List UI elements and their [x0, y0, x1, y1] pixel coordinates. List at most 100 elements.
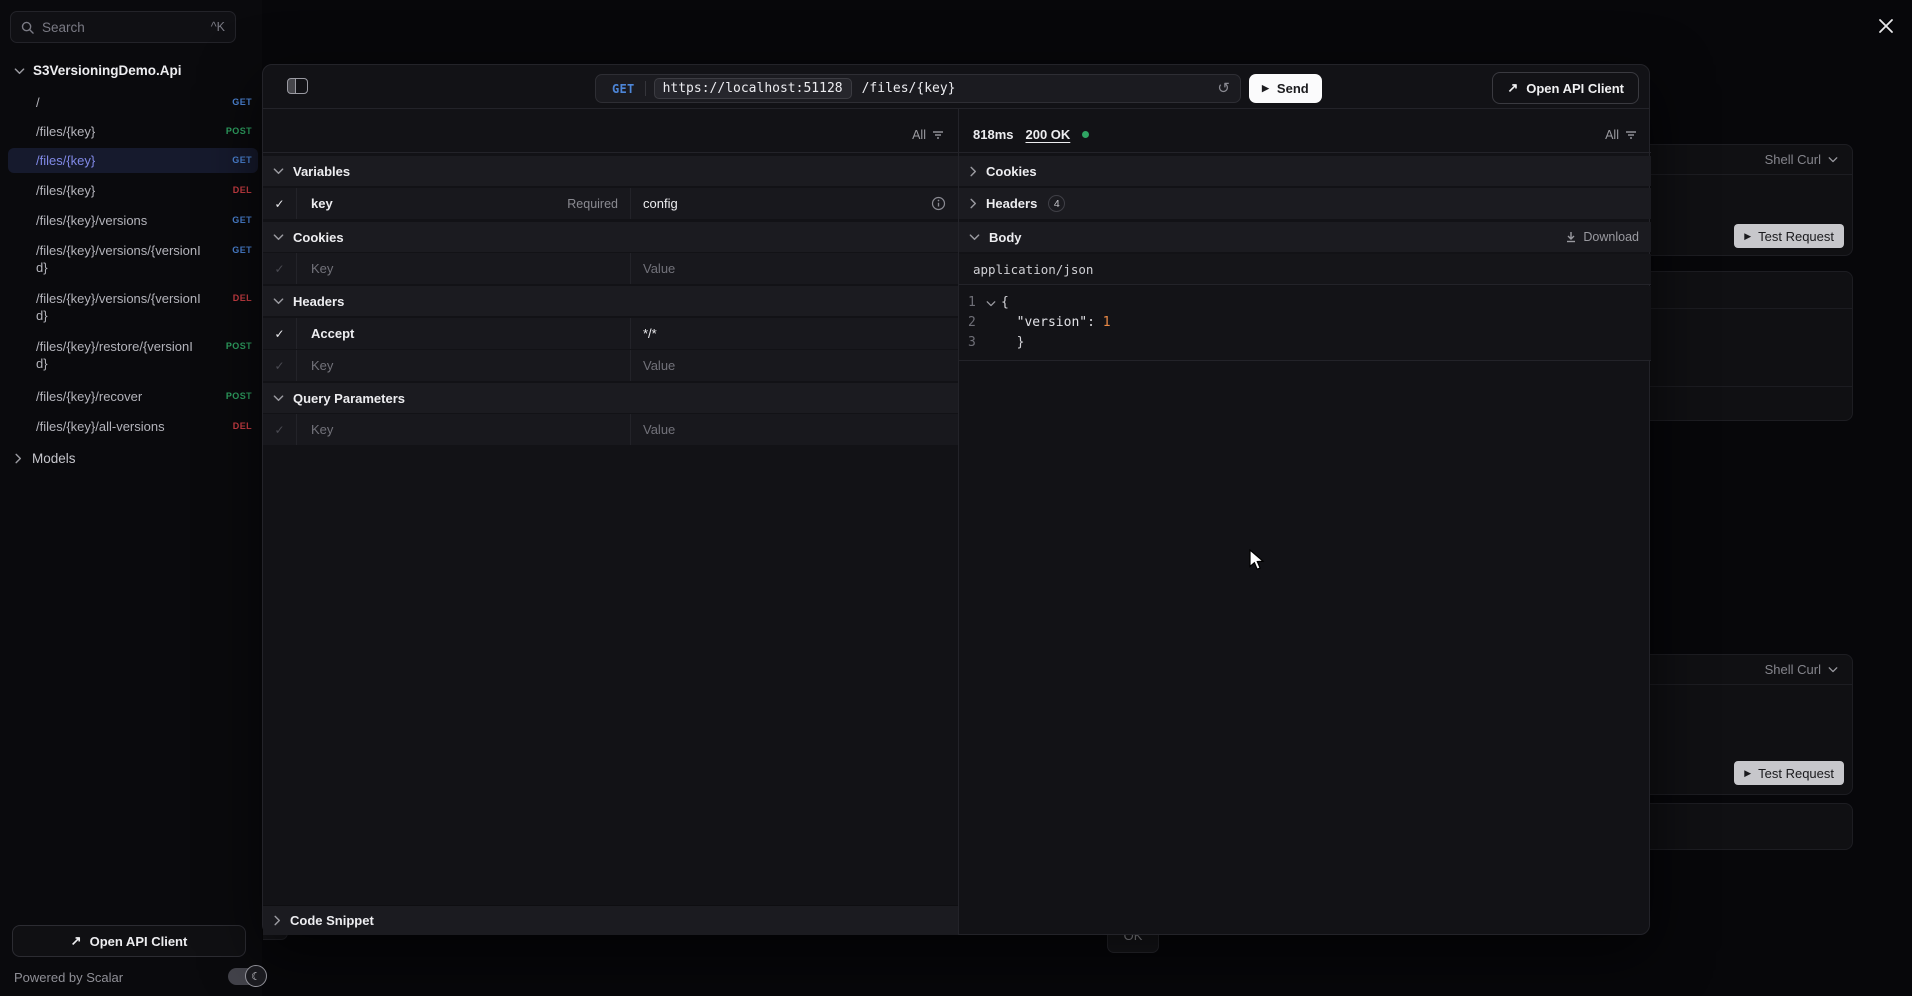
value-placeholder: Value [643, 422, 675, 437]
response-section-cookies[interactable]: Cookies [959, 156, 1651, 186]
endpoint-path: /files/{key}/restore/{versionId} [36, 338, 204, 372]
external-link-icon: ↗ [1507, 80, 1518, 96]
header-value-cell[interactable]: */* [631, 318, 958, 349]
section-headers-header[interactable]: Headers [263, 286, 958, 316]
filter-all-label: All [1605, 128, 1619, 142]
chevron-down-icon [273, 297, 284, 305]
request-path[interactable]: /files/{key} [862, 81, 956, 96]
sidebar: Search ^K S3VersioningDemo.Api / GET /fi… [0, 0, 262, 996]
code-line: 2 "version": 1 [959, 313, 1651, 333]
request-panel-header: All [263, 117, 958, 153]
close-icon [1878, 18, 1894, 34]
headers-count-badge: 4 [1048, 195, 1065, 212]
section-title: Code Snippet [290, 913, 374, 928]
header-row-accept: ✓ Accept */* [263, 318, 958, 349]
sidebar-item-endpoint[interactable]: /files/{key}/restore/{versionId} POST [8, 334, 258, 376]
code-text: } [1017, 335, 1025, 350]
panel-toggle-icon[interactable] [287, 78, 308, 94]
info-icon[interactable] [931, 196, 946, 211]
method-badge: DEL [233, 293, 252, 303]
row-checkbox[interactable]: ✓ [263, 350, 297, 381]
chevron-down-icon [273, 394, 284, 402]
section-cookies-header[interactable]: Cookies [263, 222, 958, 252]
response-section-headers[interactable]: Headers 4 [959, 188, 1651, 219]
method-badge: GET [232, 245, 252, 255]
section-code-snippet-header[interactable]: Code Snippet [263, 905, 958, 935]
cookie-value-input[interactable]: Value [631, 253, 958, 284]
method-badge: DEL [233, 185, 252, 195]
sidebar-item-endpoint[interactable]: /files/{key} DEL [8, 178, 258, 203]
response-duration: 818ms [973, 127, 1013, 142]
sidebar-item-endpoint[interactable]: /files/{key}/versions/{versionId} DEL [8, 286, 258, 328]
close-button[interactable] [1876, 16, 1896, 36]
response-status[interactable]: 200 OK [1025, 127, 1070, 142]
row-checkbox[interactable]: ✓ [263, 414, 297, 445]
section-variables-header[interactable]: Variables [263, 156, 958, 186]
theme-toggle[interactable]: ☾ [228, 968, 264, 985]
method-badge: GET [232, 155, 252, 165]
request-filter-button[interactable]: All [912, 128, 944, 142]
base-url-chip[interactable]: https://localhost:51128 [654, 78, 852, 99]
test-request-button: ▶ Test Request [1734, 224, 1844, 248]
row-checkbox[interactable]: ✓ [263, 253, 297, 284]
moon-icon: ☾ [245, 965, 267, 987]
method-badge: DEL [233, 421, 252, 431]
cookie-row-empty: ✓ Key Value [263, 253, 958, 284]
open-api-client-button[interactable]: ↗ Open API Client [1492, 72, 1639, 104]
sidebar-item-endpoint[interactable]: /files/{key}/versions GET [8, 208, 258, 233]
check-icon: ✓ [274, 359, 284, 373]
method-badge: POST [226, 391, 252, 401]
header-row-empty: ✓ Key Value [263, 350, 958, 381]
external-link-icon: ↗ [71, 933, 82, 949]
value-placeholder: Value [643, 261, 675, 276]
history-icon[interactable]: ↺ [1217, 81, 1230, 96]
chevron-right-icon [969, 166, 977, 177]
query-key-input[interactable]: Key [297, 414, 631, 445]
endpoint-path: /files/{key} [36, 152, 204, 169]
sidebar-item-endpoint[interactable]: /files/{key}/all-versions DEL [8, 414, 258, 439]
address-bar[interactable]: GET https://localhost:51128 /files/{key}… [595, 74, 1241, 103]
header-key-input[interactable]: Key [297, 350, 631, 381]
send-button[interactable]: ▶ Send [1249, 74, 1322, 103]
sidebar-item-models[interactable]: Models [14, 451, 76, 466]
code-text: { [1001, 293, 1009, 313]
key-placeholder: Key [311, 422, 333, 437]
variable-key-cell[interactable]: key Required [297, 188, 631, 219]
fold-chevron-icon[interactable] [981, 300, 1001, 307]
header-value-input[interactable]: Value [631, 350, 958, 381]
powered-by-link[interactable]: Powered by Scalar [14, 970, 123, 985]
content-type-label: application/json [973, 262, 1093, 277]
check-icon: ✓ [274, 423, 284, 437]
query-value-input[interactable]: Value [631, 414, 958, 445]
section-title: Headers [986, 196, 1037, 211]
chevron-down-icon [1828, 666, 1838, 673]
row-checkbox[interactable]: ✓ [263, 318, 297, 349]
row-checkbox[interactable]: ✓ [263, 188, 297, 219]
cookie-key-input[interactable]: Key [297, 253, 631, 284]
section-query-parameters-header[interactable]: Query Parameters [263, 383, 958, 413]
models-label: Models [32, 451, 76, 466]
variable-value-cell[interactable]: config [631, 188, 958, 219]
sidebar-item-endpoint[interactable]: /files/{key} POST [8, 119, 258, 144]
header-key-cell[interactable]: Accept [297, 318, 631, 349]
sidebar-item-endpoint[interactable]: /files/{key}/recover POST [8, 384, 258, 409]
download-label: Download [1583, 230, 1639, 244]
sidebar-item-endpoint[interactable]: / GET [8, 90, 258, 115]
download-button[interactable]: Download [1565, 230, 1639, 244]
sidebar-item-endpoint-selected[interactable]: /files/{key} GET [8, 148, 258, 173]
response-filter-button[interactable]: All [1605, 128, 1637, 142]
open-api-client-button[interactable]: ↗ Open API Client [12, 925, 246, 957]
response-section-body[interactable]: Body Download [959, 222, 1651, 252]
api-group-toggle[interactable]: S3VersioningDemo.Api [14, 63, 182, 78]
endpoint-path: /files/{key}/all-versions [36, 418, 204, 435]
status-dot-icon [1082, 131, 1089, 138]
chevron-down-icon [969, 233, 980, 241]
key-placeholder: Key [311, 261, 333, 276]
sidebar-item-endpoint[interactable]: /files/{key}/versions/{versionId} GET [8, 238, 258, 280]
search-input[interactable]: Search ^K [10, 11, 236, 43]
test-request-button: ▶ Test Request [1734, 761, 1844, 785]
chevron-right-icon [14, 453, 22, 464]
content-type-row: application/json [959, 254, 1651, 285]
endpoint-path: /files/{key}/recover [36, 388, 204, 405]
method-label: GET [612, 82, 635, 96]
